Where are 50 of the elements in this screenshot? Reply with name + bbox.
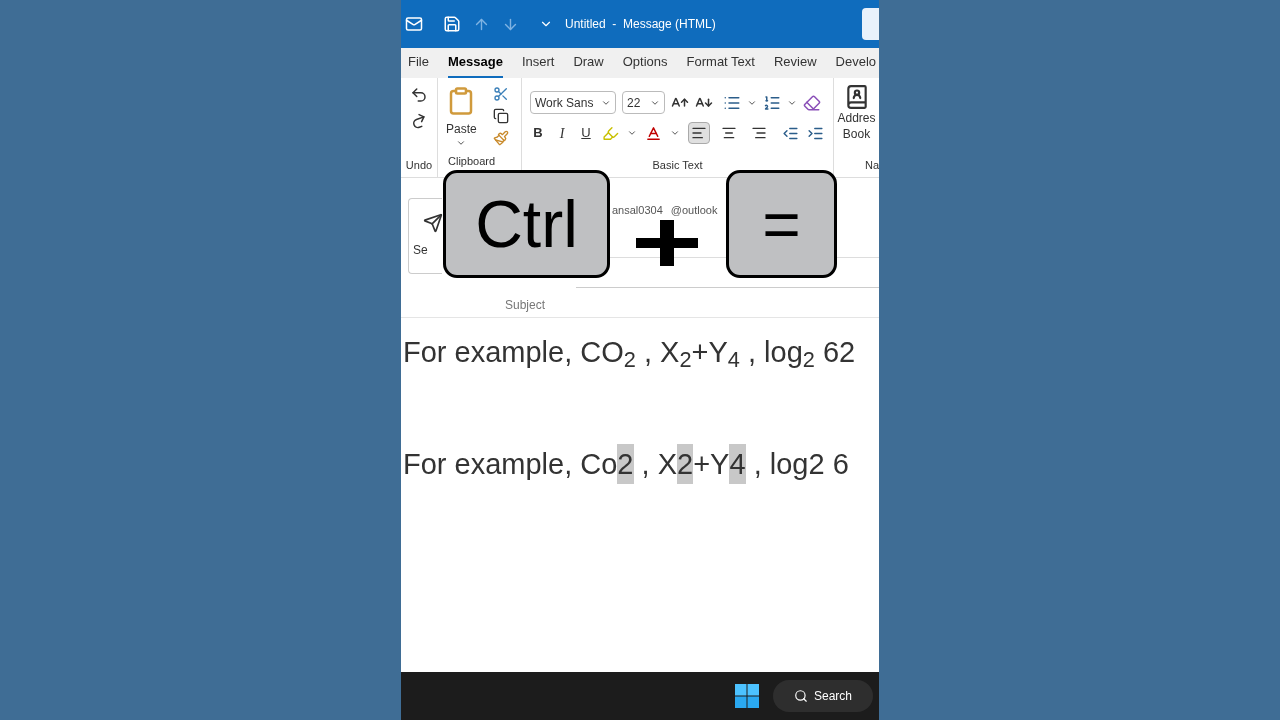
ribbon-tab[interactable]: File — [408, 48, 429, 78]
save-icon[interactable] — [443, 15, 461, 33]
italic-button[interactable]: I — [554, 122, 570, 144]
caret-icon — [456, 138, 467, 148]
recipient-text: @outlook — [670, 203, 718, 218]
font-color-icon[interactable] — [645, 124, 662, 142]
align-button[interactable] — [688, 122, 710, 144]
subject-label: Subject — [505, 297, 547, 314]
align-icon — [751, 125, 767, 141]
numbering-icon[interactable] — [763, 93, 781, 112]
windows-logo-icon[interactable] — [735, 684, 759, 708]
ribbon-tab[interactable]: Draw — [573, 48, 604, 78]
font-name-field[interactable]: Work Sans — [530, 91, 616, 114]
title-bar-field[interactable] — [862, 8, 879, 40]
plus-icon — [636, 220, 698, 266]
copy-icon[interactable] — [492, 108, 509, 124]
styles-icon[interactable] — [803, 93, 821, 112]
undo-icon[interactable] — [410, 86, 428, 104]
keyboard-key: Ctrl — [443, 170, 610, 278]
caret-icon[interactable] — [627, 128, 637, 138]
window-title: Untitled - Message (HTML) — [565, 16, 716, 33]
font-size-field[interactable]: 22 — [622, 91, 665, 114]
ribbon-tab[interactable]: Review — [773, 48, 817, 78]
caret-icon[interactable] — [670, 128, 680, 138]
align-icon — [691, 125, 707, 141]
ribbon-tab[interactable]: Message — [447, 48, 503, 78]
brush-icon[interactable] — [492, 130, 509, 146]
group-label: Basic Text — [652, 157, 703, 173]
address-book-label[interactable]: Addres Book — [837, 110, 876, 142]
body-text-line: For example, Co2 , X2+Y4 , log2 6 — [403, 446, 879, 482]
body-text-line: For example, CO$_{2}$ , X$_{2}$+Y$_{4}$ , log$_{2}$ 62 — [403, 335, 857, 370]
bold-button[interactable]: B — [530, 123, 546, 143]
paste-button[interactable]: Paste — [446, 86, 477, 148]
underline-button[interactable]: U — [578, 123, 594, 143]
ribbon-tab[interactable]: Options — [622, 48, 668, 78]
search-icon — [794, 689, 808, 703]
mail-app-icon — [405, 15, 423, 33]
send-button[interactable]: Se — [408, 198, 442, 274]
taskbar-search-button[interactable]: Search — [773, 680, 873, 712]
ribbon-tab[interactable]: Insert — [521, 48, 555, 78]
group-label: Na — [864, 157, 879, 173]
align-icon — [721, 125, 737, 141]
ribbon-tab[interactable]: Develo — [835, 48, 877, 78]
ribbon-tab[interactable]: Format Text — [686, 48, 755, 78]
keyboard-key: = — [726, 170, 837, 278]
recipient-text: ansal0304 — [612, 203, 663, 218]
scissors-icon[interactable] — [492, 86, 509, 102]
group-label: Undo — [405, 157, 433, 173]
send-icon — [423, 213, 443, 233]
group-label: Clipboard — [448, 156, 497, 167]
